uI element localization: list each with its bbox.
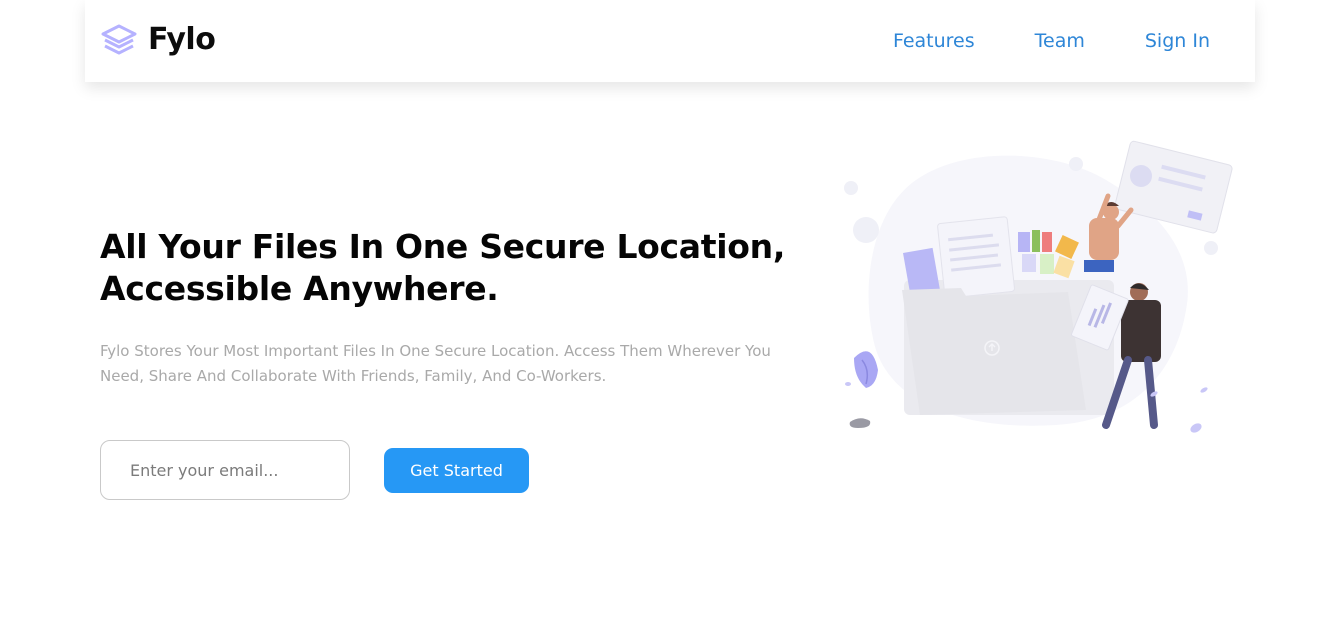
nav-link-sign-in[interactable]: Sign In: [1145, 28, 1210, 54]
stacked-layers-icon: [101, 24, 137, 55]
get-started-button[interactable]: Get Started: [384, 448, 529, 493]
brand-name: Fylo: [148, 22, 216, 57]
brand-logo[interactable]: Fylo: [100, 20, 216, 60]
nav-link-team[interactable]: Team: [1035, 28, 1085, 54]
main-nav: Features Team Sign In: [893, 28, 1210, 54]
email-input[interactable]: [100, 440, 350, 500]
top-navbar: Fylo Features Team Sign In: [85, 0, 1255, 82]
file-folder-illustration: [844, 140, 1233, 433]
nav-link-features[interactable]: Features: [893, 28, 975, 54]
hero-description: Fylo Stores Your Most Important Files In…: [100, 342, 771, 385]
folder-front: [902, 288, 1086, 415]
hero-title: All Your Files In One Secure Location, A…: [100, 227, 786, 308]
landing-page: Fylo Features Team Sign In All Your File…: [0, 0, 1343, 618]
